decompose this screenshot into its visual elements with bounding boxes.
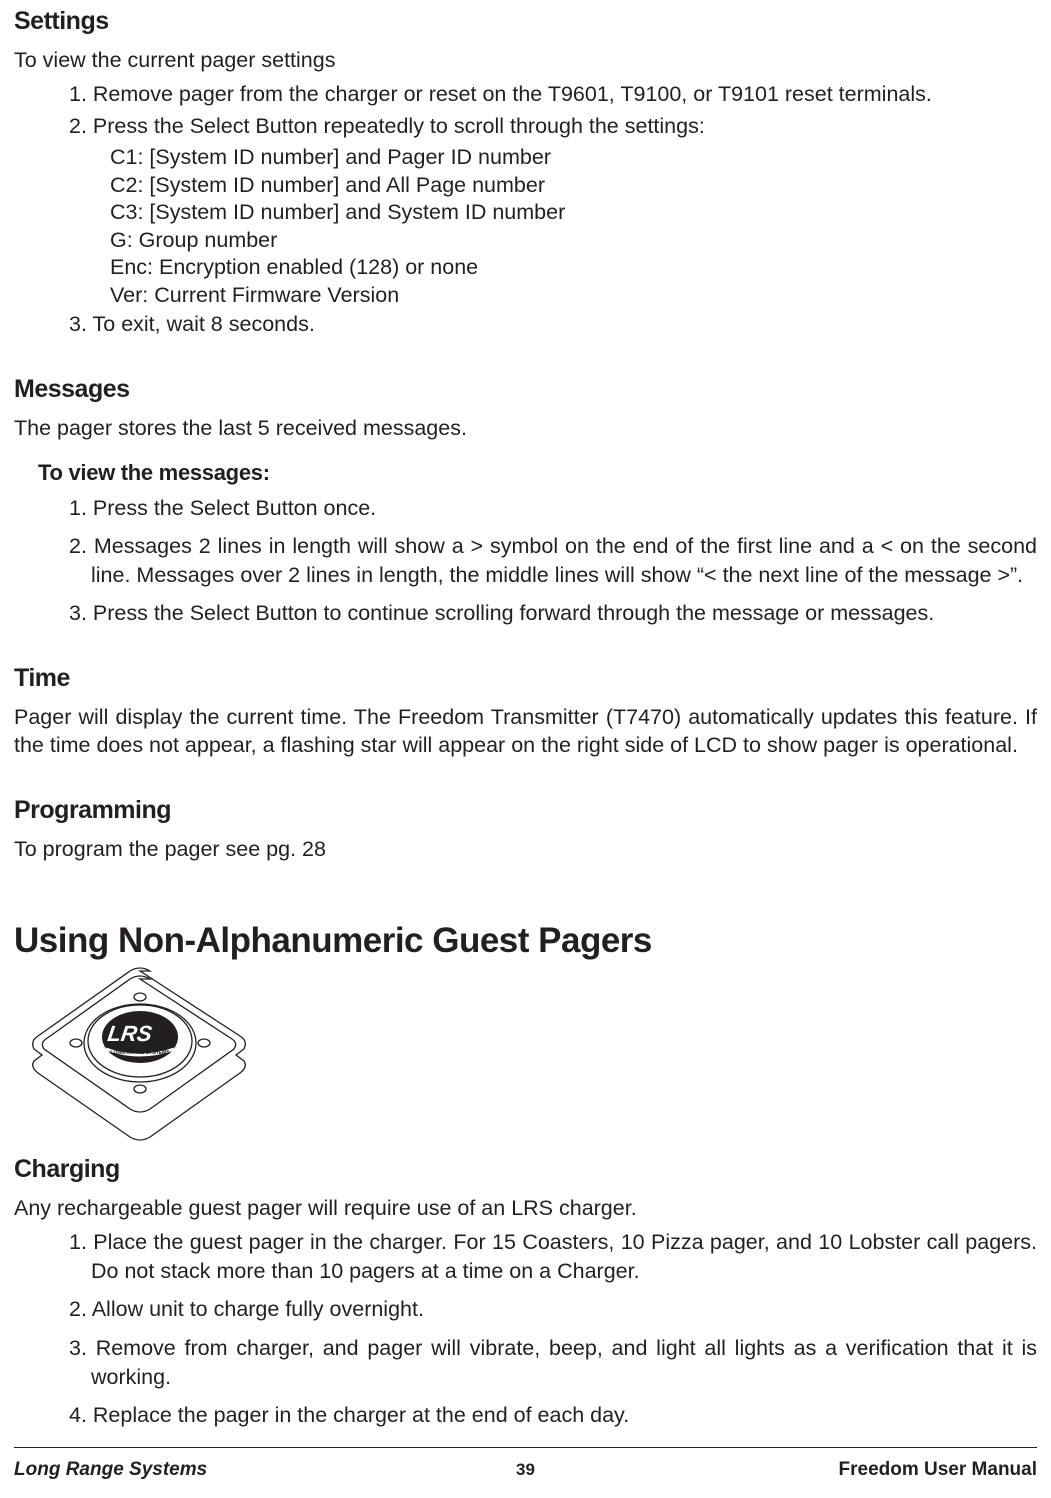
- settings-heading: Settings: [14, 7, 1037, 36]
- messages-sub-heading: To view the messages:: [38, 460, 1037, 486]
- settings-step3: 3. To exit, wait 8 seconds.: [91, 310, 1037, 339]
- settings-intro: To view the current pager settings: [14, 46, 1037, 74]
- settings-enc: Enc: Encryption enabled (128) or none: [110, 254, 1037, 282]
- page-number: 39: [516, 1460, 535, 1480]
- programming-heading: Programming: [14, 796, 1037, 825]
- programming-body: To program the pager see pg. 28: [14, 835, 1037, 863]
- messages-step2: 2. Messages 2 lines in length will show …: [91, 532, 1037, 590]
- settings-step1: 1. Remove pager from the charger or rese…: [91, 80, 1037, 109]
- settings-c2: C2: [System ID number] and All Page numb…: [110, 172, 1037, 200]
- charging-step2: 2. Allow unit to charge fully overnight.: [91, 1295, 1037, 1324]
- page-footer: Long Range Systems 39 Freedom User Manua…: [14, 1447, 1037, 1481]
- settings-ver: Ver: Current Firmware Version: [110, 282, 1037, 310]
- charging-intro: Any rechargeable guest pager will requir…: [14, 1194, 1037, 1222]
- svg-text:LRS: LRS: [106, 1021, 154, 1046]
- settings-c3: C3: [System ID number] and System ID num…: [110, 199, 1037, 227]
- charging-heading: Charging: [14, 1155, 1037, 1184]
- settings-step2: 2. Press the Select Button repeatedly to…: [91, 112, 1037, 141]
- charging-step4: 4. Replace the pager in the charger at t…: [91, 1401, 1037, 1430]
- time-heading: Time: [14, 664, 1037, 693]
- nonalpha-heading: Using Non-Alphanumeric Guest Pagers: [14, 921, 1037, 961]
- charging-step3: 3. Remove from charger, and pager will v…: [91, 1334, 1037, 1392]
- svg-text:LONG RANGE SYSTEMS: LONG RANGE SYSTEMS: [110, 1050, 170, 1056]
- settings-g: G: Group number: [110, 227, 1037, 255]
- messages-heading: Messages: [14, 375, 1037, 404]
- footer-right: Freedom User Manual: [839, 1459, 1038, 1481]
- time-body: Pager will display the current time. The…: [14, 703, 1037, 760]
- lrs-pager-icon: LRS LONG RANGE SYSTEMS: [10, 963, 270, 1149]
- charging-step1: 1. Place the guest pager in the charger.…: [91, 1228, 1037, 1286]
- messages-step3: 3. Press the Select Button to continue s…: [91, 599, 1037, 628]
- messages-intro: The pager stores the last 5 received mes…: [14, 414, 1037, 442]
- messages-step1: 1. Press the Select Button once.: [91, 494, 1037, 523]
- footer-left: Long Range Systems: [14, 1459, 207, 1481]
- settings-c1: C1: [System ID number] and Pager ID numb…: [110, 144, 1037, 172]
- pager-device-illustration: LRS LONG RANGE SYSTEMS: [10, 963, 270, 1149]
